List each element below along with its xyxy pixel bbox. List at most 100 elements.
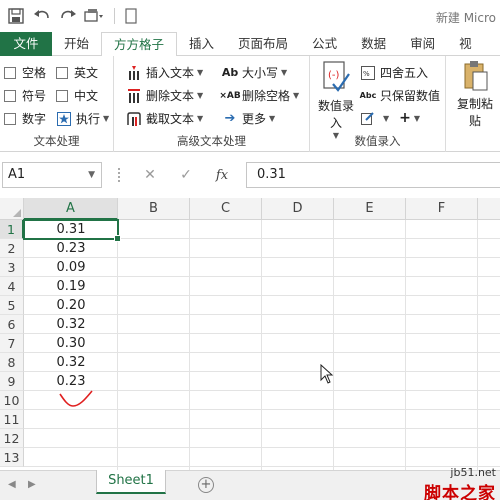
case-button[interactable]: Ab 大小写 ▼ xyxy=(222,64,287,81)
new-doc-icon[interactable] xyxy=(121,6,141,26)
name-box-value: A1 xyxy=(8,167,26,182)
row-header-4[interactable]: 4 xyxy=(0,277,24,296)
ribbon: 空格 英文 符号 中文 数字 执行 ▼ 文本处理 插入文本 ▼ 删除文本 ▼ 截取文本… xyxy=(0,56,500,152)
column-header-c[interactable]: C xyxy=(190,198,262,220)
tab-insert[interactable]: 插入 xyxy=(177,32,226,56)
group-advanced-text: 插入文本 ▼ 删除文本 ▼ 截取文本 ▼ Ab 大小写 ▼ ×AB 删除空格 ▼ ➔ 更多… xyxy=(114,56,310,152)
column-header-b[interactable]: B xyxy=(118,198,190,220)
spreadsheet-grid[interactable]: A B C D E F 1 2 3 4 5 6 7 8 9 10 11 12 1… xyxy=(0,198,500,470)
formula-buttons: ✕ ✓ fx xyxy=(132,164,242,186)
round-button[interactable]: % 四舍五入 xyxy=(360,64,428,81)
cell-a7[interactable]: 0.30 xyxy=(24,334,118,353)
chevron-down-icon[interactable]: ▼ xyxy=(88,163,95,187)
group-copy-paste: 复制粘贴 xyxy=(446,56,500,152)
customize-icon[interactable] xyxy=(84,6,104,26)
column-header-a[interactable]: A xyxy=(24,198,118,220)
group-numeric-input: (-) 数值录入 ▼ % 四舍五入 Abc 只保留数值 ▼ + ▼ 数值录入 xyxy=(310,56,446,152)
undo-icon[interactable] xyxy=(32,6,52,26)
row-header-11[interactable]: 11 xyxy=(0,410,24,429)
svg-text:%: % xyxy=(363,70,370,78)
title-bar: 新建 Micro xyxy=(0,0,500,32)
formula-input[interactable]: 0.31 xyxy=(246,162,500,188)
save-icon[interactable] xyxy=(6,6,26,26)
active-cell-selection xyxy=(23,219,121,242)
checkbox-number[interactable]: 数字 xyxy=(4,110,46,127)
add-sheet-icon[interactable]: + xyxy=(198,477,214,493)
execute-button[interactable]: 执行 ▼ xyxy=(56,110,109,127)
cell-a8[interactable]: 0.32 xyxy=(24,353,118,372)
row-header-1[interactable]: 1 xyxy=(0,220,24,239)
checkbox-chinese[interactable]: 中文 xyxy=(56,87,98,104)
edit-icon xyxy=(360,110,376,126)
column-header-d[interactable]: D xyxy=(262,198,334,220)
quick-access-toolbar xyxy=(0,0,141,32)
formula-bar: A1 ▼ ✕ ✓ fx 0.31 xyxy=(0,160,500,190)
row-header-8[interactable]: 8 xyxy=(0,353,24,372)
row-header-9[interactable]: 9 xyxy=(0,372,24,391)
delete-text-button[interactable]: 删除文本 ▼ xyxy=(126,87,203,104)
row-header-12[interactable]: 12 xyxy=(0,429,24,448)
cell-a6[interactable]: 0.32 xyxy=(24,315,118,334)
tab-data[interactable]: 数据 xyxy=(349,32,398,56)
formula-bar-splitter[interactable] xyxy=(118,168,121,182)
row-header-7[interactable]: 7 xyxy=(0,334,24,353)
select-all-corner[interactable] xyxy=(0,198,24,220)
extract-text-button[interactable]: 截取文本 ▼ xyxy=(126,110,203,127)
row-header-10[interactable]: 10 xyxy=(0,391,24,410)
check-annotation-icon xyxy=(59,390,93,407)
confirm-icon[interactable]: ✓ xyxy=(168,167,204,183)
case-icon: Ab xyxy=(221,66,239,79)
cell-a5[interactable]: 0.20 xyxy=(24,296,118,315)
row-header-2[interactable]: 2 xyxy=(0,239,24,258)
delete-space-icon: ×AB xyxy=(219,90,241,101)
watermark-name: 脚本之家 xyxy=(424,484,496,500)
checkbox-english[interactable]: 英文 xyxy=(56,64,98,81)
insert-text-button[interactable]: 插入文本 ▼ xyxy=(126,64,203,81)
row-header-6[interactable]: 6 xyxy=(0,315,24,334)
edit-tools-button[interactable]: ▼ + ▼ xyxy=(360,110,420,126)
checkbox-symbol[interactable]: 符号 xyxy=(4,87,46,104)
insert-text-icon xyxy=(126,65,142,81)
delete-space-button[interactable]: ×AB 删除空格 ▼ xyxy=(219,87,299,104)
tab-view[interactable]: 视 xyxy=(447,32,484,56)
watermark-url: jb51.net xyxy=(450,466,496,479)
group-label-numeric-input: 数值录入 xyxy=(354,134,401,148)
watermark: jb51.net 脚本之家 xyxy=(424,466,496,500)
tab-fangfang[interactable]: 方方格子 xyxy=(101,32,178,57)
tab-home[interactable]: 开始 xyxy=(52,32,101,56)
checkbox-space[interactable]: 空格 xyxy=(4,64,46,81)
tab-formulas[interactable]: 公式 xyxy=(300,32,349,56)
cancel-icon[interactable]: ✕ xyxy=(132,167,168,183)
plus-icon[interactable]: + xyxy=(399,110,411,126)
keep-values-button[interactable]: Abc 只保留数值 xyxy=(360,87,440,104)
sheet-tab-sheet1[interactable]: Sheet1 xyxy=(96,470,166,494)
arrow-right-icon: ➔ xyxy=(224,111,236,126)
ribbon-tabs: 文件 开始 方方格子 插入 页面布局 公式 数据 审阅 视 xyxy=(0,32,500,57)
column-header-f[interactable]: F xyxy=(406,198,478,220)
function-icon[interactable]: fx xyxy=(204,168,240,183)
more-button[interactable]: ➔ 更多 ▼ xyxy=(222,110,276,127)
numeric-input-button[interactable]: (-) 数值录入 ▼ xyxy=(314,60,358,140)
group-text-processing: 空格 英文 符号 中文 数字 执行 ▼ 文本处理 xyxy=(0,56,114,152)
group-label-advanced-text: 高级文本处理 xyxy=(177,134,246,148)
row-header-13[interactable]: 13 xyxy=(0,448,24,467)
tab-page-layout[interactable]: 页面布局 xyxy=(226,32,300,56)
cell-a3[interactable]: 0.09 xyxy=(24,258,118,277)
tab-file[interactable]: 文件 xyxy=(0,32,52,56)
mouse-cursor-icon xyxy=(320,364,334,384)
cell-a2[interactable]: 0.23 xyxy=(24,239,118,258)
cell-a4[interactable]: 0.19 xyxy=(24,277,118,296)
scroll-right-icon[interactable]: ▶ xyxy=(28,479,36,490)
column-header-e[interactable]: E xyxy=(334,198,406,220)
copy-paste-button[interactable]: 复制粘贴 xyxy=(452,60,498,129)
column-header-g[interactable] xyxy=(478,198,500,220)
scroll-left-icon[interactable]: ◀ xyxy=(8,479,16,490)
tab-review[interactable]: 审阅 xyxy=(398,32,447,56)
delete-text-icon xyxy=(126,88,142,104)
row-header-5[interactable]: 5 xyxy=(0,296,24,315)
row-header-3[interactable]: 3 xyxy=(0,258,24,277)
name-box[interactable]: A1 ▼ xyxy=(2,162,102,188)
star-icon xyxy=(56,111,72,127)
abc-icon: Abc xyxy=(359,91,377,100)
redo-icon[interactable] xyxy=(58,6,78,26)
